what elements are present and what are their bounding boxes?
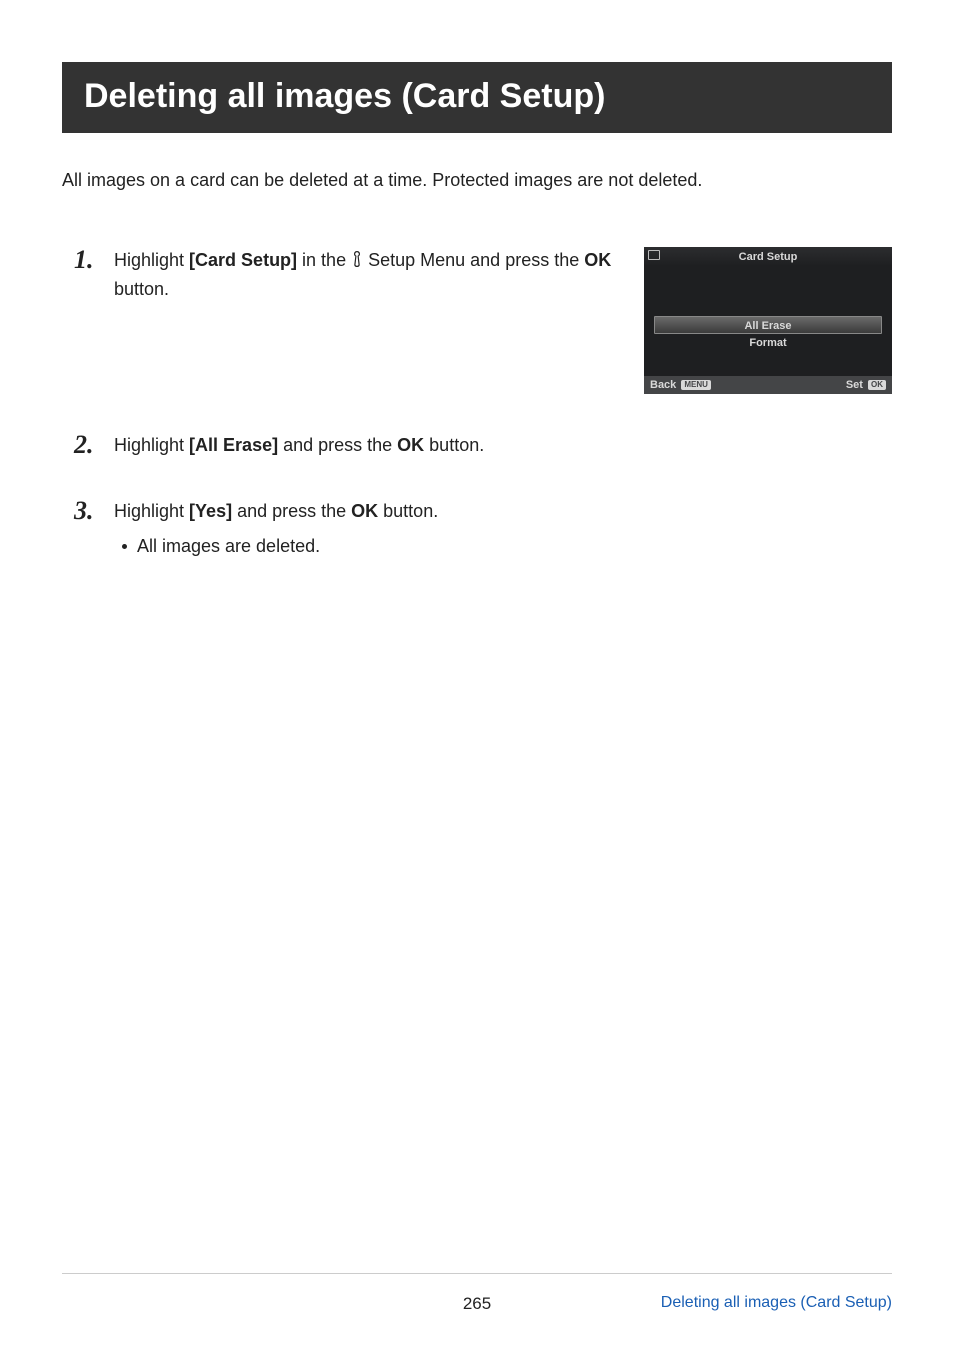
- menu-set-label: Set OK: [846, 379, 886, 391]
- bullet-icon: [122, 544, 127, 549]
- text-segment: in the: [297, 250, 351, 270]
- list-item: All images are deleted.: [114, 533, 892, 561]
- menu-tag: MENU: [681, 380, 711, 390]
- menu-footer: Back MENU Set OK: [644, 376, 892, 394]
- page-title: Deleting all images (Card Setup): [62, 62, 892, 133]
- step-3-text: Highlight [Yes] and press the OK button.: [114, 498, 892, 526]
- menu-item-all-erase: All Erase: [654, 316, 882, 334]
- bold-all-erase: [All Erase]: [189, 435, 278, 455]
- bold-ok: OK: [584, 250, 611, 270]
- back-text: Back: [650, 379, 676, 391]
- text-segment: and press the: [278, 435, 397, 455]
- text-segment: Highlight: [114, 250, 189, 270]
- card-icon: [648, 250, 660, 260]
- step-1-text: Highlight [Card Setup] in the Setup Menu…: [114, 247, 628, 304]
- wrench-icon: [351, 248, 363, 276]
- set-text: Set: [846, 379, 863, 391]
- page-footer: 265 Deleting all images (Card Setup): [62, 1294, 892, 1314]
- step-1: 1 Highlight [Card Setup] in the Setup Me…: [62, 247, 892, 394]
- bold-yes: [Yes]: [189, 501, 232, 521]
- ok-tag: OK: [868, 380, 886, 390]
- step-2-text: Highlight [All Erase] and press the OK b…: [114, 432, 892, 460]
- step-list: 1 Highlight [Card Setup] in the Setup Me…: [62, 247, 892, 562]
- step-3-sub-list: All images are deleted.: [114, 533, 892, 561]
- menu-item-format: Format: [656, 334, 880, 352]
- step-number: 2: [74, 432, 114, 458]
- text-segment: and press the: [232, 501, 351, 521]
- bold-ok: OK: [351, 501, 378, 521]
- menu-title-row: Card Setup: [644, 247, 892, 266]
- sub-text: All images are deleted.: [137, 533, 320, 561]
- intro-text: All images on a card can be deleted at a…: [62, 167, 892, 195]
- step-number: 3: [74, 498, 114, 524]
- text-segment: Highlight: [114, 435, 189, 455]
- footer-divider: [62, 1273, 892, 1274]
- text-segment: Highlight: [114, 501, 189, 521]
- text-segment: button.: [424, 435, 484, 455]
- bold-card-setup: [Card Setup]: [189, 250, 297, 270]
- page-number: 265: [463, 1294, 491, 1314]
- step-3: 3 Highlight [Yes] and press the OK butto…: [62, 498, 892, 562]
- footer-section-link[interactable]: Deleting all images (Card Setup): [661, 1294, 892, 1312]
- camera-menu-screenshot: Card Setup All Erase Format Back MENU Se…: [644, 247, 892, 394]
- step-number: 1: [74, 247, 114, 273]
- text-segment: button.: [114, 279, 169, 299]
- bold-ok: OK: [397, 435, 424, 455]
- step-2: 2 Highlight [All Erase] and press the OK…: [62, 432, 892, 460]
- menu-body: All Erase Format: [644, 266, 892, 376]
- text-segment: Setup Menu and press the: [363, 250, 584, 270]
- text-segment: button.: [378, 501, 438, 521]
- menu-title: Card Setup: [739, 251, 798, 263]
- menu-back-label: Back MENU: [650, 379, 711, 391]
